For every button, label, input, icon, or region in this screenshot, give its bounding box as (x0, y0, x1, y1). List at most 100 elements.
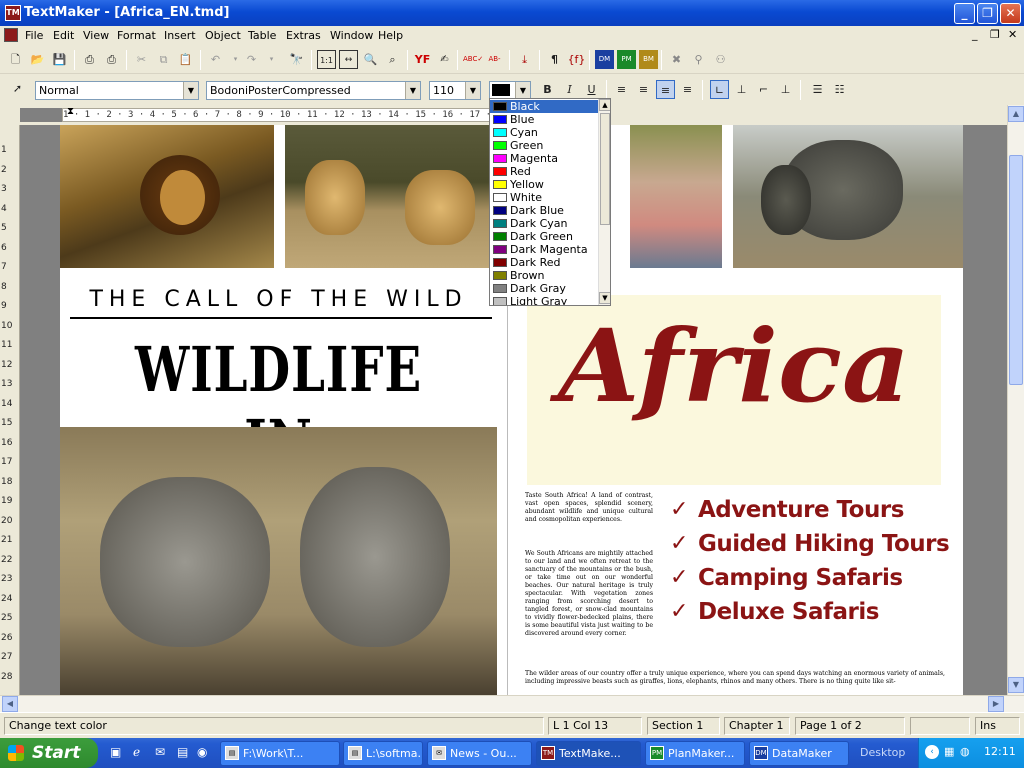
tray-expand-icon[interactable]: ‹ (925, 745, 939, 759)
tab-right-icon[interactable]: ⌐ (754, 80, 773, 99)
color-list-scrollbar[interactable]: ▲ ▼ (598, 99, 610, 305)
hyphenation-icon[interactable]: AB- (485, 50, 504, 69)
chevron-down-icon[interactable]: ▼ (515, 82, 530, 99)
align-center-icon[interactable]: ≡ (634, 80, 653, 99)
vertical-ruler[interactable]: 1 2 3 4 5 6 7 8 9 10 11 12 13 14 15 16 17 18 19 20 21 22 23 24 2… (0, 125, 20, 695)
bold-button[interactable]: B (538, 80, 557, 99)
vertical-scrollbar[interactable]: ▲ ▼ (1007, 105, 1024, 695)
color-option[interactable]: Cyan (490, 126, 598, 139)
scroll-down-icon[interactable]: ▼ (1008, 677, 1024, 693)
quicklaunch-folder-icon[interactable]: ▤ (177, 745, 193, 761)
color-option[interactable]: White (490, 191, 598, 204)
zoom-icon[interactable]: 🔍 (361, 50, 380, 69)
menu-format[interactable]: Format (117, 29, 156, 42)
task-explorer-softmaker[interactable]: ▤ L:\softma... (343, 741, 423, 766)
doc-close-icon[interactable]: ✕ (1008, 28, 1017, 41)
color-option[interactable]: Brown (490, 269, 598, 282)
scroll-down-icon[interactable]: ▼ (599, 292, 610, 304)
horizontal-scrollbar[interactable]: ◀ ▶ (0, 695, 1024, 712)
font-size-select[interactable]: 110 ▼ (429, 81, 481, 100)
color-option[interactable]: Dark Red (490, 256, 598, 269)
menu-view[interactable]: View (83, 29, 109, 42)
page-width-icon[interactable]: ↔ (339, 50, 358, 69)
find-icon[interactable]: 🔭 (287, 50, 306, 69)
bullet-list-icon[interactable]: ☰ (808, 80, 827, 99)
align-right-icon[interactable]: ≡ (656, 80, 675, 99)
color-option[interactable]: Light Gray (490, 295, 598, 305)
tab-center-icon[interactable]: ⊥ (732, 80, 751, 99)
start-button[interactable]: Start (0, 738, 98, 768)
chevron-down-icon[interactable]: ▼ (183, 82, 198, 99)
quicklaunch-ie-icon[interactable]: ℯ (133, 745, 149, 761)
app-icon[interactable]: TM (5, 5, 21, 21)
color-option[interactable]: Dark Magenta (490, 243, 598, 256)
volume-icon[interactable]: ◍ (960, 745, 970, 758)
chevron-down-icon[interactable]: ▼ (465, 82, 480, 99)
planmaker-icon[interactable]: PM (617, 50, 636, 69)
scroll-up-icon[interactable]: ▲ (599, 99, 610, 111)
pointer-icon[interactable]: ➚ (8, 79, 27, 98)
close-button[interactable]: ✕ (1000, 3, 1021, 24)
indent-marker-icon[interactable]: ⧗ (67, 106, 74, 117)
network-icon[interactable]: ▦ (944, 745, 954, 758)
doc-restore-icon[interactable]: ❐ (990, 28, 1000, 41)
quicklaunch-media-icon[interactable]: ◉ (197, 745, 213, 761)
task-explorer-work[interactable]: ▤ F:\Work\T... (220, 741, 340, 766)
menu-help[interactable]: Help (378, 29, 403, 42)
menu-extras[interactable]: Extras (286, 29, 321, 42)
clock[interactable]: 12:11 (984, 745, 1016, 758)
menu-insert[interactable]: Insert (164, 29, 196, 42)
color-option[interactable]: Black (490, 100, 598, 113)
color-option[interactable]: Yellow (490, 178, 598, 191)
print-preview-icon[interactable]: ⎙ (102, 50, 121, 69)
scroll-right-icon[interactable]: ▶ (988, 696, 1004, 712)
task-news[interactable]: ✉ News - Ou... (427, 741, 532, 766)
show-paragraph-icon[interactable]: ¶ (545, 50, 564, 69)
paste-icon[interactable]: 📋 (176, 50, 195, 69)
paragraph-style-select[interactable]: Normal ▼ (35, 81, 199, 100)
basicmaker-icon[interactable]: BM (639, 50, 658, 69)
maximize-button[interactable]: ❐ (977, 3, 998, 24)
chevron-down-icon[interactable]: ▼ (405, 82, 420, 99)
minimize-button[interactable]: _ (954, 3, 975, 24)
open-folder-icon[interactable]: 📂 (28, 50, 47, 69)
justify-icon[interactable]: ≡ (678, 80, 697, 99)
redo-icon[interactable]: ↷ (242, 50, 261, 69)
frame-icon[interactable]: ⚇ (711, 50, 730, 69)
color-option[interactable]: Blue (490, 113, 598, 126)
undo-icon[interactable]: ↶ (206, 50, 225, 69)
copy-icon[interactable]: ⧉ (154, 50, 173, 69)
field-icon[interactable]: YF (413, 50, 432, 69)
color-option[interactable]: Green (490, 139, 598, 152)
desktop-toolbar-label[interactable]: Desktop (860, 746, 905, 759)
document-icon[interactable] (4, 28, 18, 42)
tools-icon[interactable]: ✖ (667, 50, 686, 69)
italic-button[interactable]: I (560, 80, 579, 99)
new-document-icon[interactable]: 🗋 (6, 50, 25, 69)
task-planmaker[interactable]: PM PlanMaker... (645, 741, 745, 766)
menu-window[interactable]: Window (330, 29, 373, 42)
doc-minimize-icon[interactable]: _ (972, 28, 978, 41)
object-icon[interactable]: ⚲ (689, 50, 708, 69)
underline-button[interactable]: U (582, 80, 601, 99)
color-option[interactable]: Dark Gray (490, 282, 598, 295)
scroll-left-icon[interactable]: ◀ (2, 696, 18, 712)
field-brackets-icon[interactable]: {f} (567, 50, 586, 69)
cut-icon[interactable]: ✂ (132, 50, 151, 69)
quicklaunch-desktop-icon[interactable]: ▣ (110, 745, 126, 761)
scroll-thumb[interactable] (600, 113, 610, 225)
font-select[interactable]: BodoniPosterCompressed ▼ (206, 81, 421, 100)
menu-table[interactable]: Table (248, 29, 276, 42)
format-painter-icon[interactable]: ✍ (435, 50, 454, 69)
color-dropdown-list[interactable]: Black Blue Cyan Green Magenta Red Yellow White D… (489, 98, 611, 306)
color-option[interactable]: Magenta (490, 152, 598, 165)
zoom-fit-icon[interactable]: ⌕ (383, 50, 402, 69)
insert-page-break-icon[interactable]: ⤓ (515, 50, 534, 69)
task-textmaker[interactable]: TM TextMake... (536, 741, 641, 766)
scroll-up-icon[interactable]: ▲ (1008, 106, 1024, 122)
menu-file[interactable]: File (25, 29, 43, 42)
color-option[interactable]: Dark Blue (490, 204, 598, 217)
datamaker-icon[interactable]: DM (595, 50, 614, 69)
tab-decimal-icon[interactable]: ⊥ (776, 80, 795, 99)
task-datamaker[interactable]: DM DataMaker (749, 741, 849, 766)
